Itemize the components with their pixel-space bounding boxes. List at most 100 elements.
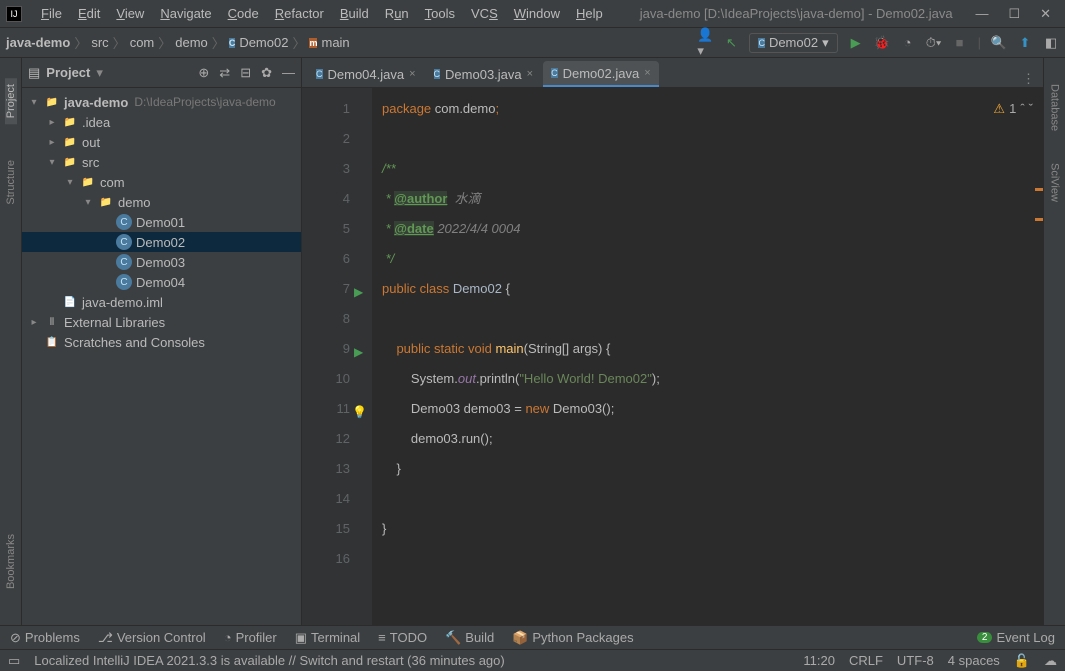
close-icon[interactable]: ✕ [1040,6,1051,22]
tool-project[interactable]: Project [5,78,17,124]
tool-vcs[interactable]: ⎇Version Control [98,630,206,646]
file-icon: 📄 [62,294,78,310]
tree-root[interactable]: ▾📁 java-demo D:\IdeaProjects\java-demo [22,92,301,112]
editor-tab[interactable]: C Demo02.java × [543,61,659,87]
tool-python[interactable]: 📦Python Packages [512,630,633,646]
run-gutter-icon[interactable]: ▶ [354,337,363,367]
editor-tab[interactable]: C Demo04.java × [308,61,424,87]
tree-item-demo[interactable]: ▾📁 demo [22,192,301,212]
hide-icon[interactable]: — [282,65,295,81]
locate-icon[interactable]: ⊕ [198,65,209,81]
tree-label: Demo01 [136,215,185,230]
tab-options-icon[interactable]: ⋮ [1022,71,1043,87]
search-icon[interactable]: 🔍 [991,35,1007,51]
back-icon[interactable]: ↖ [723,35,739,51]
minimize-icon[interactable]: — [975,6,988,22]
tool-structure[interactable]: Structure [5,154,17,211]
tree-item-out[interactable]: ▸📁 out [22,132,301,152]
class-icon: C [551,68,558,78]
tool-profiler[interactable]: ◔Profiler [224,630,277,645]
tree-item-class[interactable]: C Demo02 [22,232,301,252]
breadcrumb-item[interactable]: src [91,35,108,50]
tab-close-icon[interactable]: × [527,68,533,80]
menu-build[interactable]: Build [333,4,376,23]
scroll-marker[interactable] [1035,218,1043,221]
tree-item-class[interactable]: C Demo04 [22,272,301,292]
branch-icon: ⎇ [98,630,113,646]
tool-todo[interactable]: ≡TODO [378,630,427,645]
menu-help[interactable]: Help [569,4,610,23]
todo-icon: ≡ [378,630,386,645]
breadcrumb-item[interactable]: Demo02 [239,35,288,50]
maximize-icon[interactable]: ☐ [1008,6,1020,22]
class-icon: C [229,38,236,48]
tree-item-class[interactable]: C Demo01 [22,212,301,232]
scroll-marker[interactable] [1035,188,1043,191]
tree-item-idea[interactable]: ▸📁 .idea [22,112,301,132]
status-separator[interactable]: CRLF [849,653,883,668]
chevron-down-icon[interactable]: ▾ [96,65,103,81]
menu-vcs[interactable]: VCS [464,4,505,23]
tab-close-icon[interactable]: × [409,68,415,80]
tree-item-iml[interactable]: 📄 java-demo.iml [22,292,301,312]
tool-terminal[interactable]: ▣Terminal [295,630,360,646]
run-gutter-icon[interactable]: ▶ [354,277,363,307]
menu-file[interactable]: File [34,4,69,23]
profile-button[interactable]: ⏱▾ [926,35,942,51]
status-message[interactable]: Localized IntelliJ IDEA 2021.3.3 is avai… [34,653,789,668]
update-icon[interactable]: ⬆ [1017,35,1033,51]
menu-view[interactable]: View [109,4,151,23]
menu-navigate[interactable]: Navigate [153,4,218,23]
tree-label: Demo03 [136,255,185,270]
folder-icon: 📁 [62,114,78,130]
statusbar-icon[interactable]: ▭ [8,653,20,669]
run-button[interactable]: ▶ [848,35,864,51]
sidebar-title[interactable]: Project [46,65,90,80]
chevron-up-icon[interactable]: ˆ [1020,94,1024,124]
tool-bookmarks[interactable]: Bookmarks [5,528,17,595]
readonly-icon[interactable]: 🔓 [1014,653,1030,669]
tool-eventlog[interactable]: 2Event Log [977,630,1055,645]
bulb-icon[interactable]: 💡 [352,397,367,427]
tab-label: Demo03.java [445,67,522,82]
inspection-widget[interactable]: ⚠1 ˆ ˇ [993,94,1033,124]
menu-refactor[interactable]: Refactor [268,4,331,23]
tool-build[interactable]: 🔨Build [445,630,494,646]
status-encoding[interactable]: UTF-8 [897,653,934,668]
tree-item-src[interactable]: ▾📁 src [22,152,301,172]
collapse-icon[interactable]: ⊟ [240,65,251,81]
editor-tab[interactable]: C Demo03.java × [426,61,542,87]
settings-icon[interactable]: ✿ [261,65,272,81]
tool-problems[interactable]: ⊘Problems [10,630,80,646]
method-icon: m [309,38,317,48]
menu-window[interactable]: Window [507,4,567,23]
menu-tools[interactable]: Tools [418,4,462,23]
notifications-icon[interactable]: ☁ [1044,653,1057,669]
stop-button[interactable]: ■ [952,35,968,51]
ide-features-icon[interactable]: ◧ [1043,35,1059,51]
tree-item-com[interactable]: ▾📁 com [22,172,301,192]
tree-label: demo [118,195,151,210]
run-config-selector[interactable]: C Demo02 ▾ [749,33,837,53]
tool-database[interactable]: Database [1049,78,1061,137]
editor-body[interactable]: package com.demo; /** * @author 水滴 * @da… [372,88,1043,625]
status-indent[interactable]: 4 spaces [948,653,1000,668]
coverage-button[interactable]: ◔ [900,35,916,51]
tree-item-scratches[interactable]: 📋 Scratches and Consoles [22,332,301,352]
breadcrumb-item[interactable]: main [321,35,349,50]
run-config-label: Demo02 [769,35,818,50]
menu-run[interactable]: Run [378,4,416,23]
expand-icon[interactable]: ⇄ [219,65,230,81]
tree-item-class[interactable]: C Demo03 [22,252,301,272]
breadcrumb-item[interactable]: java-demo [6,35,70,50]
menu-code[interactable]: Code [221,4,266,23]
menu-edit[interactable]: Edit [71,4,107,23]
breadcrumb-item[interactable]: demo [175,35,208,50]
tool-sciview[interactable]: SciView [1049,157,1061,208]
breadcrumb-item[interactable]: com [130,35,155,50]
folder-icon: 📁 [44,94,60,110]
debug-button[interactable]: 🐞 [874,35,890,51]
tab-close-icon[interactable]: × [644,67,650,79]
user-icon[interactable]: 👤▾ [697,35,713,51]
tree-item-external[interactable]: ▸⫴ External Libraries [22,312,301,332]
